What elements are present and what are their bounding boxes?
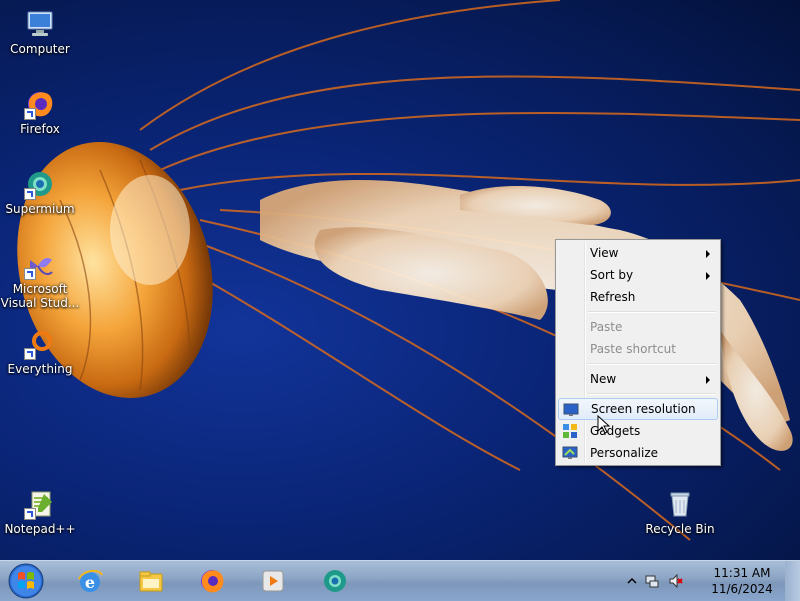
mouse-cursor-icon bbox=[597, 415, 611, 434]
menu-item-label: Sort by bbox=[590, 268, 634, 282]
everything-icon bbox=[24, 328, 56, 360]
shortcut-arrow-icon bbox=[24, 188, 36, 200]
desktop-icon-label: Recycle Bin bbox=[645, 522, 715, 536]
clock-date: 11/6/2024 bbox=[711, 582, 773, 596]
desktop-icon-label: Microsoft Visual Stud... bbox=[0, 282, 80, 310]
desktop-icon-supermium[interactable]: Supermium bbox=[0, 168, 80, 216]
desktop-icon-label: Supermium bbox=[5, 202, 75, 216]
network-icon[interactable] bbox=[644, 573, 660, 589]
firefox-icon bbox=[24, 88, 56, 120]
desktop-icon-notepadpp[interactable]: Notepad++ bbox=[0, 488, 80, 536]
menu-item-screen-resolution[interactable]: Screen resolution bbox=[558, 398, 718, 420]
desktop-context-menu: View Sort by Refresh Paste Paste shortcu… bbox=[555, 239, 721, 466]
menu-separator bbox=[588, 363, 716, 365]
menu-item-view[interactable]: View bbox=[558, 242, 718, 264]
desktop-icon-label: Notepad++ bbox=[4, 522, 76, 536]
taskbar: e 11:31 AM 11/6/2024 bbox=[0, 560, 800, 601]
menu-item-label: View bbox=[590, 246, 619, 260]
clock-time: 11:31 AM bbox=[713, 566, 771, 580]
menu-item-new[interactable]: New bbox=[558, 368, 718, 390]
shortcut-arrow-icon bbox=[24, 268, 36, 280]
visual-studio-icon bbox=[24, 248, 56, 280]
show-hidden-icons-chevron-icon[interactable] bbox=[624, 573, 640, 589]
submenu-arrow-icon bbox=[706, 272, 710, 280]
desktop-icon-computer[interactable]: Computer bbox=[0, 8, 80, 56]
internet-explorer-icon: e bbox=[78, 569, 103, 592]
desktop-icon-recycle-bin[interactable]: Recycle Bin bbox=[640, 488, 720, 536]
taskbar-firefox[interactable] bbox=[188, 563, 236, 599]
notepadpp-icon bbox=[24, 488, 56, 520]
personalize-icon bbox=[562, 446, 578, 459]
taskbar-file-explorer[interactable] bbox=[127, 563, 175, 599]
menu-item-label: New bbox=[590, 372, 617, 386]
recycle-bin-icon bbox=[664, 488, 696, 520]
volume-muted-icon[interactable] bbox=[668, 573, 684, 589]
svg-text:e: e bbox=[85, 573, 95, 592]
menu-item-paste: Paste bbox=[558, 316, 718, 338]
shortcut-arrow-icon bbox=[24, 348, 36, 360]
start-button-icon[interactable] bbox=[6, 562, 46, 600]
file-explorer-icon bbox=[139, 571, 163, 592]
clock[interactable]: 11:31 AM 11/6/2024 bbox=[710, 565, 774, 597]
desktop-icon-label: Firefox bbox=[20, 122, 60, 136]
desktop-icon-label: Everything bbox=[7, 362, 73, 376]
supermium-icon bbox=[24, 168, 56, 200]
show-desktop-button[interactable] bbox=[785, 561, 800, 601]
menu-item-sort-by[interactable]: Sort by bbox=[558, 264, 718, 286]
menu-separator bbox=[588, 393, 716, 395]
menu-item-label: Paste shortcut bbox=[590, 342, 676, 356]
menu-item-label: Screen resolution bbox=[591, 402, 696, 416]
desktop-icon-label: Computer bbox=[10, 42, 70, 56]
menu-item-label: Paste bbox=[590, 320, 623, 334]
shortcut-arrow-icon bbox=[24, 108, 36, 120]
taskbar-media-player[interactable] bbox=[249, 563, 297, 599]
gadgets-icon bbox=[563, 424, 577, 438]
computer-icon bbox=[24, 8, 56, 40]
desktop-icon-everything[interactable]: Everything bbox=[0, 328, 80, 376]
menu-item-label: Refresh bbox=[590, 290, 636, 304]
media-player-icon bbox=[262, 570, 284, 592]
taskbar-internet-explorer[interactable]: e bbox=[66, 563, 114, 599]
desktop-icon-visual-studio[interactable]: Microsoft Visual Stud... bbox=[0, 248, 80, 310]
menu-item-personalize[interactable]: Personalize bbox=[558, 442, 718, 464]
shortcut-arrow-icon bbox=[24, 508, 36, 520]
menu-item-label: Personalize bbox=[590, 446, 659, 460]
screen-resolution-icon bbox=[563, 403, 579, 416]
firefox-icon bbox=[201, 570, 224, 593]
supermium-icon bbox=[324, 570, 346, 592]
submenu-arrow-icon bbox=[706, 250, 710, 258]
menu-item-paste-shortcut: Paste shortcut bbox=[558, 338, 718, 360]
system-tray: 11:31 AM 11/6/2024 bbox=[624, 561, 774, 601]
menu-separator bbox=[588, 311, 716, 313]
menu-item-gadgets[interactable]: Gadgets bbox=[558, 420, 718, 442]
menu-item-refresh[interactable]: Refresh bbox=[558, 286, 718, 308]
submenu-arrow-icon bbox=[706, 376, 710, 384]
taskbar-supermium[interactable] bbox=[311, 563, 359, 599]
desktop-icon-firefox[interactable]: Firefox bbox=[0, 88, 80, 136]
